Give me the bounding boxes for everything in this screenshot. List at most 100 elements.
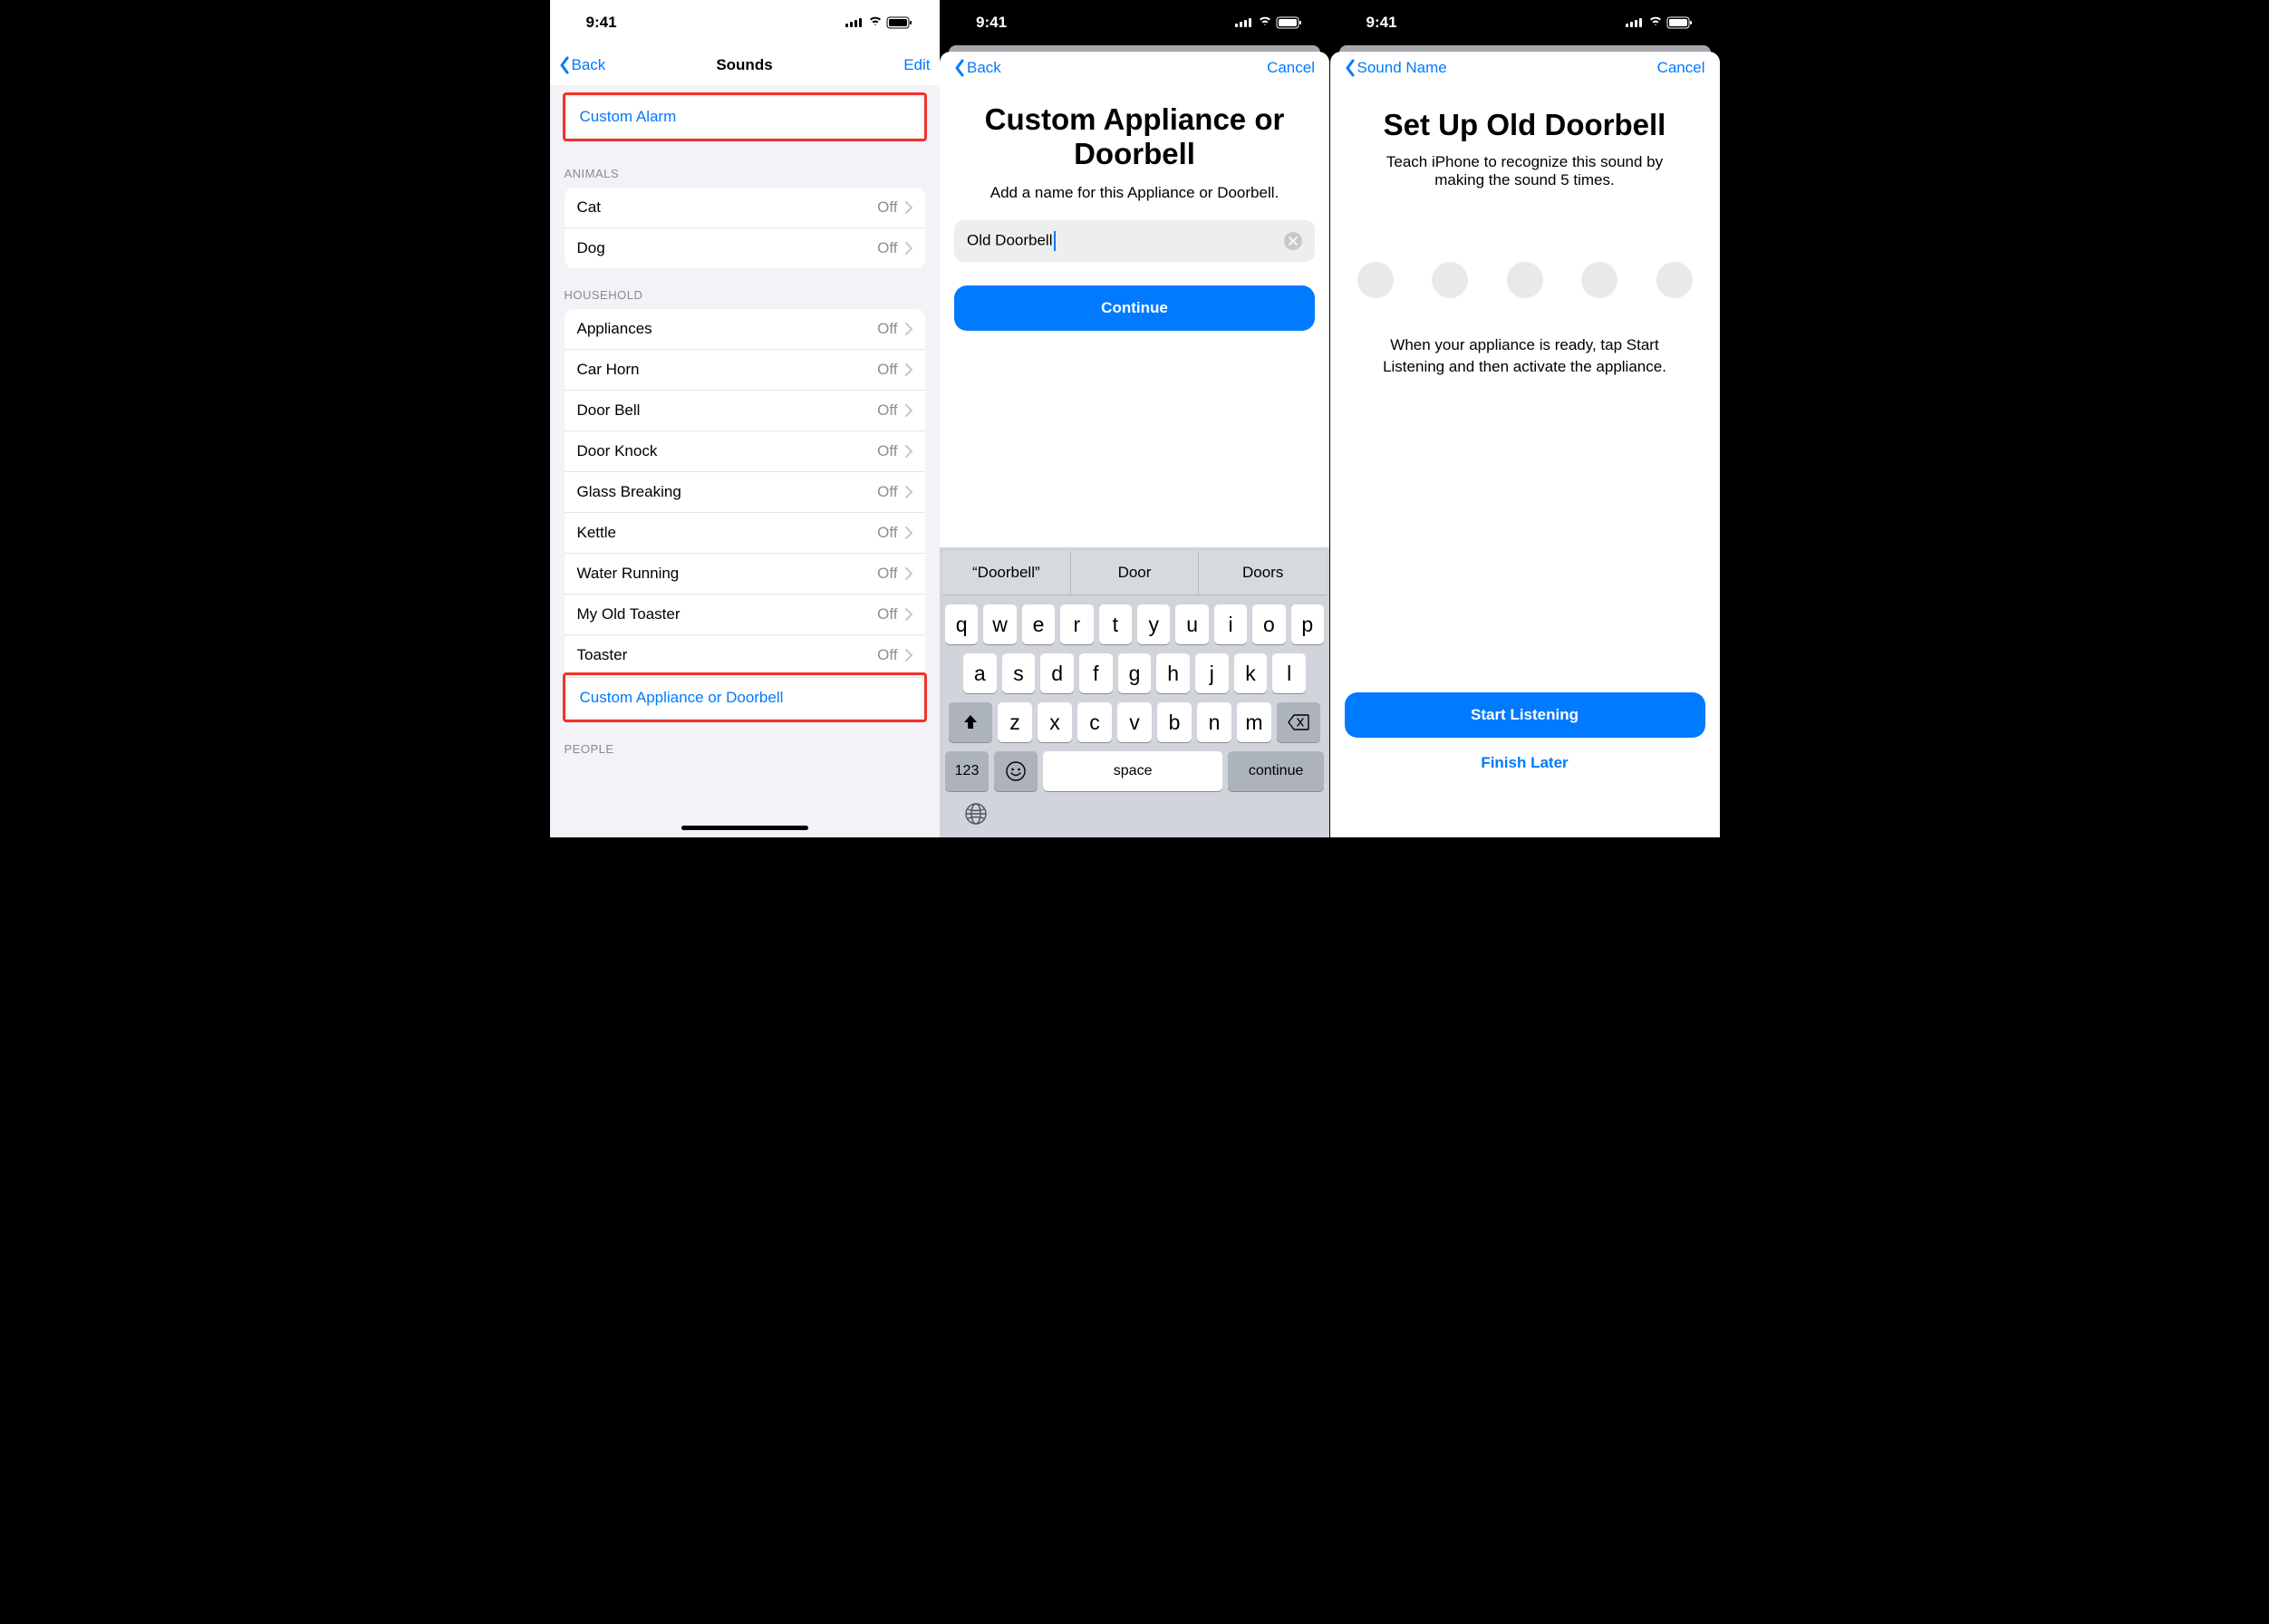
suggestion[interactable]: Door bbox=[1070, 551, 1199, 594]
list-row[interactable]: My Old Toaster Off bbox=[565, 594, 925, 634]
edit-button[interactable]: Edit bbox=[858, 56, 931, 74]
sheet-subtitle: Add a name for this Appliance or Doorbel… bbox=[940, 180, 1329, 220]
chevron-right-icon bbox=[905, 567, 912, 580]
key-l[interactable]: l bbox=[1272, 653, 1306, 693]
row-value: Off bbox=[877, 320, 912, 338]
input-value: Old Doorbell bbox=[967, 231, 1053, 248]
key-g[interactable]: g bbox=[1118, 653, 1152, 693]
key-f[interactable]: f bbox=[1079, 653, 1113, 693]
key-m[interactable]: m bbox=[1237, 702, 1271, 742]
back-button[interactable]: Back bbox=[559, 56, 632, 74]
chevron-right-icon bbox=[905, 527, 912, 539]
key-v[interactable]: v bbox=[1117, 702, 1152, 742]
list-row[interactable]: Door Bell Off bbox=[565, 390, 925, 430]
suggestion[interactable]: “Doorbell” bbox=[942, 551, 1070, 594]
status-time: 9:41 bbox=[586, 14, 617, 32]
kb-suggestions: “Doorbell” Door Doors bbox=[942, 551, 1327, 595]
list-row[interactable]: Door Knock Off bbox=[565, 430, 925, 471]
suggestion[interactable]: Doors bbox=[1198, 551, 1327, 594]
household-header: HOUSEHOLD bbox=[550, 268, 940, 309]
continue-button[interactable]: Continue bbox=[954, 285, 1315, 331]
key-y[interactable]: y bbox=[1137, 604, 1170, 644]
progress-dots bbox=[1330, 198, 1720, 334]
dot bbox=[1357, 262, 1394, 298]
sheet-title: Set Up Old Doorbell bbox=[1330, 84, 1720, 151]
key-i[interactable]: i bbox=[1214, 604, 1247, 644]
chevron-right-icon bbox=[905, 445, 912, 458]
start-listening-button[interactable]: Start Listening bbox=[1345, 692, 1705, 738]
list-row[interactable]: Appliances Off bbox=[565, 309, 925, 349]
key-k[interactable]: k bbox=[1234, 653, 1268, 693]
key-t[interactable]: t bbox=[1099, 604, 1132, 644]
numbers-key[interactable]: 123 bbox=[945, 751, 989, 791]
custom-appliance-row[interactable]: Custom Appliance or Doorbell bbox=[567, 677, 922, 718]
row-value: Off bbox=[877, 605, 912, 624]
row-value: Off bbox=[877, 442, 912, 460]
shift-key[interactable] bbox=[949, 702, 992, 742]
back-button[interactable]: Back bbox=[954, 59, 1027, 77]
row-label: Appliances bbox=[577, 320, 652, 338]
key-a[interactable]: a bbox=[963, 653, 997, 693]
emoji-key[interactable] bbox=[994, 751, 1038, 791]
finish-later-button[interactable]: Finish Later bbox=[1345, 738, 1705, 788]
key-e[interactable]: e bbox=[1022, 604, 1055, 644]
row-label: Cat bbox=[577, 198, 601, 217]
chevron-right-icon bbox=[905, 486, 912, 498]
list-row[interactable]: Glass Breaking Off bbox=[565, 471, 925, 512]
key-c[interactable]: c bbox=[1077, 702, 1112, 742]
key-d[interactable]: d bbox=[1040, 653, 1074, 693]
chevron-right-icon bbox=[905, 201, 912, 214]
nav-bar: Back Sounds Edit bbox=[550, 45, 940, 85]
status-time: 9:41 bbox=[1366, 14, 1397, 32]
delete-key[interactable] bbox=[1277, 702, 1320, 742]
status-time: 9:41 bbox=[976, 14, 1007, 32]
key-o[interactable]: o bbox=[1252, 604, 1285, 644]
row-label: Dog bbox=[577, 239, 605, 257]
list-row[interactable]: Car Horn Off bbox=[565, 349, 925, 390]
cancel-button[interactable]: Cancel bbox=[1633, 59, 1705, 77]
key-q[interactable]: q bbox=[945, 604, 978, 644]
back-button[interactable]: Sound Name bbox=[1345, 59, 1447, 77]
custom-alarm-row[interactable]: Custom Alarm bbox=[567, 97, 922, 137]
highlight-custom-alarm: Custom Alarm bbox=[563, 92, 927, 141]
key-w[interactable]: w bbox=[983, 604, 1016, 644]
text-cursor bbox=[1054, 231, 1056, 251]
key-b[interactable]: b bbox=[1157, 702, 1192, 742]
key-h[interactable]: h bbox=[1156, 653, 1190, 693]
home-indicator bbox=[681, 826, 808, 830]
keyboard: “Doorbell” Door Doors qwertyuiop asdfghj… bbox=[940, 547, 1329, 837]
household-group: Appliances Off Car Horn Off Door Bell Of… bbox=[565, 309, 925, 675]
space-key[interactable]: space bbox=[1043, 751, 1222, 791]
key-s[interactable]: s bbox=[1002, 653, 1036, 693]
globe-icon[interactable] bbox=[964, 802, 988, 830]
continue-key[interactable]: continue bbox=[1228, 751, 1324, 791]
key-r[interactable]: r bbox=[1060, 604, 1093, 644]
key-z[interactable]: z bbox=[998, 702, 1032, 742]
row-value: Off bbox=[877, 198, 912, 217]
status-indicators bbox=[1235, 16, 1304, 29]
chevron-right-icon bbox=[905, 649, 912, 662]
dot bbox=[1432, 262, 1468, 298]
list-row[interactable]: Dog Off bbox=[565, 227, 925, 268]
list-row[interactable]: Water Running Off bbox=[565, 553, 925, 594]
clear-icon[interactable] bbox=[1284, 232, 1302, 250]
key-u[interactable]: u bbox=[1175, 604, 1208, 644]
row-label: Car Horn bbox=[577, 361, 640, 379]
nav-bar: Back Cancel bbox=[940, 52, 1329, 84]
status-bar: 9:41 bbox=[550, 0, 940, 45]
row-value: Off bbox=[877, 483, 912, 501]
list-row[interactable]: Kettle Off bbox=[565, 512, 925, 553]
row-label: Door Bell bbox=[577, 401, 641, 420]
chevron-left-icon bbox=[954, 59, 965, 77]
name-input[interactable]: Old Doorbell bbox=[954, 220, 1315, 262]
key-n[interactable]: n bbox=[1197, 702, 1231, 742]
cancel-button[interactable]: Cancel bbox=[1242, 59, 1315, 77]
list-row[interactable]: Cat Off bbox=[565, 188, 925, 227]
key-j[interactable]: j bbox=[1195, 653, 1229, 693]
row-label: Glass Breaking bbox=[577, 483, 681, 501]
list-row[interactable]: Toaster Off bbox=[565, 634, 925, 675]
highlight-custom-appliance: Custom Appliance or Doorbell bbox=[563, 672, 927, 722]
key-x[interactable]: x bbox=[1038, 702, 1072, 742]
chevron-right-icon bbox=[905, 363, 912, 376]
key-p[interactable]: p bbox=[1291, 604, 1324, 644]
